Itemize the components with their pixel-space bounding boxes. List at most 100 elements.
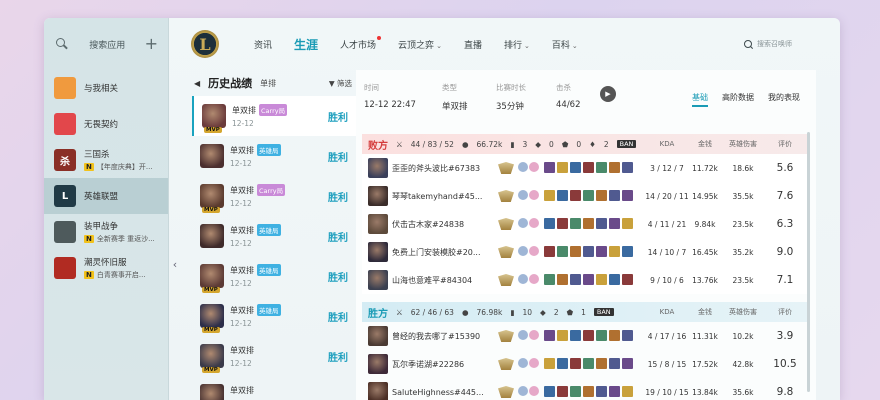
player-name[interactable]: 歪歪的斧头波比#67383 xyxy=(388,163,512,174)
history-title: 历史战绩 xyxy=(208,77,253,90)
match-info: 单双排 英雄局 12-12 xyxy=(230,144,322,168)
player-name[interactable]: 瓦尔季诺湖#22286 xyxy=(388,359,512,370)
match-result: 胜利 xyxy=(328,152,348,164)
item-icon xyxy=(570,162,581,173)
match-type-row: 单双排 英雄局 xyxy=(230,224,322,236)
match-item[interactable]: MVP 单双排 英雄局 12-12 胜利 xyxy=(192,256,356,296)
player-champion-icon xyxy=(368,242,388,262)
replay-play-icon[interactable]: ▶ xyxy=(600,86,616,102)
item-icon xyxy=(622,218,633,229)
summoner-spell-icon xyxy=(518,386,528,396)
nav-item[interactable]: 直播 xyxy=(453,38,493,51)
match-tag: Carry局 xyxy=(257,184,286,196)
player-name[interactable]: 山海也意难平#84304 xyxy=(388,275,512,286)
app-text: 装甲战争 N 全新赛季 重返沙... xyxy=(84,220,155,244)
item-icon xyxy=(544,386,555,397)
nav-item[interactable]: 人才市场 xyxy=(329,35,387,51)
player-row[interactable]: 歪歪的斧头波比#67383 3 / 12 / 7 11.72k 18.6k 5.6 xyxy=(362,154,810,182)
player-gold: 17.52k xyxy=(692,359,718,369)
add-icon[interactable]: + xyxy=(145,36,158,52)
match-result: 胜利 xyxy=(328,272,348,284)
player-damage: 23.5k xyxy=(732,219,754,229)
nav-item[interactable]: 资讯 xyxy=(243,38,283,51)
player-kda: 14 / 20 / 11 xyxy=(645,191,689,201)
match-result: 胜利 xyxy=(328,232,348,244)
win-team-towers: 10 xyxy=(522,307,533,317)
lose-team-towers: 3 xyxy=(522,139,528,149)
sidebar-app-item[interactable]: 装甲战争 N 全新赛季 重返沙... xyxy=(44,214,168,250)
filter-button[interactable]: ▼ 筛选 xyxy=(329,78,356,89)
item-icon xyxy=(570,190,581,201)
player-row[interactable]: 山海也意难平#84304 9 / 10 / 6 13.76k 23.5k 7.1 xyxy=(362,266,810,294)
detail-tab[interactable]: 高阶数据 xyxy=(722,92,754,107)
detail-tab[interactable]: 我的表现 xyxy=(768,92,800,107)
nav-item[interactable]: 生涯 xyxy=(283,36,329,53)
kills-col: 击杀 44/62 xyxy=(556,82,581,110)
win-team: 胜方 ⚔ 62 / 46 / 63 ● 76.98k ▮ 10 ◆ 2 ⬟ 1 BAN K… xyxy=(362,302,810,400)
sidebar-app-item[interactable]: 潮灵怀旧服 N 白青赛事开启... xyxy=(44,250,168,286)
player-kda: 3 / 12 / 7 xyxy=(650,163,684,173)
player-name[interactable]: 伏击古木家#24838 xyxy=(388,219,512,230)
item-icon xyxy=(622,274,633,285)
player-gold: 11.72k xyxy=(692,163,718,173)
item-icon xyxy=(570,386,581,397)
player-row[interactable]: 伏击古木家#24838 4 / 11 / 21 9.84k 23.5k 6.3 xyxy=(362,210,810,238)
item-icon xyxy=(583,358,594,369)
match-item[interactable]: 单双排 英雄局 12-12 胜利 xyxy=(192,216,356,256)
sidebar-app-item[interactable]: L 英雄联盟 xyxy=(44,178,168,214)
ban-label[interactable]: BAN xyxy=(593,308,614,316)
summoner-spell-icon xyxy=(518,330,528,340)
player-row[interactable]: 免费上门安装模胶#20... 14 / 10 / 7 16.45k 35.2k 9.0 xyxy=(362,238,810,266)
col-gold: 金钱 xyxy=(698,140,712,148)
player-name[interactable]: 琴琴takemyhand#45... xyxy=(388,191,512,202)
nav-item[interactable]: 排行 ⌄ xyxy=(493,38,541,51)
match-item[interactable]: MVP 单双排 Carry局 12-12 胜利 xyxy=(192,176,356,216)
item-icon xyxy=(557,218,568,229)
nav-item-label: 人才市场 xyxy=(340,40,377,51)
baron-icon: ⬟ xyxy=(561,139,569,149)
match-history: ◀ 历史战绩 单排 ▼ 筛选 MVP 单双排 Carry局 12-12 胜利 单双排 英雄局… xyxy=(192,70,356,400)
detail-tab[interactable]: 基础 xyxy=(692,92,708,107)
item-icon xyxy=(622,190,633,201)
champion-icon xyxy=(200,224,224,248)
player-name[interactable]: 免费上门安装模胶#20... xyxy=(388,247,512,258)
match-result: 胜利 xyxy=(328,352,348,364)
nav-item[interactable]: 百科 ⌄ xyxy=(541,38,589,51)
player-row[interactable]: 瓦尔季诺湖#22286 15 / 8 / 15 17.52k 42.8k 10.5 xyxy=(362,350,810,378)
match-item[interactable]: MVP 单双排 Carry局 12-12 胜利 xyxy=(192,96,356,136)
collapse-sidebar-icon[interactable]: ‹ xyxy=(170,254,180,274)
back-arrow-icon[interactable]: ◀ xyxy=(194,79,200,88)
player-champion-icon xyxy=(368,214,388,234)
search-icon[interactable] xyxy=(54,36,70,52)
player-name[interactable]: 曾经的我去哪了#15390 xyxy=(388,331,512,342)
app-text: 三国杀 N 【年度庆典】开... xyxy=(84,148,153,172)
summoner-search[interactable]: 搜索召唤师 xyxy=(736,34,816,54)
sidebar-app-item[interactable]: 无畏契约 xyxy=(44,106,168,142)
match-type: 单双排 xyxy=(230,225,254,235)
player-champion-icon xyxy=(368,270,388,290)
nav-item[interactable]: 云顶之弈 ⌄ xyxy=(387,38,453,51)
match-date: 12-12 xyxy=(230,159,252,168)
app-name: 英雄联盟 xyxy=(84,192,119,202)
summoner-spell-icon xyxy=(518,246,528,256)
match-item[interactable]: MVP 单双排 英雄局 12-12 胜利 xyxy=(192,296,356,336)
player-name[interactable]: SaluteHighness#445... xyxy=(388,388,512,397)
player-row[interactable]: SaluteHighness#445... 19 / 10 / 15 13.84k 3… xyxy=(362,378,810,400)
match-item[interactable]: 单双排12-12 xyxy=(192,376,356,400)
player-damage: 35.2k xyxy=(732,247,754,257)
player-row[interactable]: 曾经的我去哪了#15390 4 / 17 / 16 11.31k 10.2k 3.9 xyxy=(362,322,810,350)
scrollbar[interactable] xyxy=(807,132,810,392)
mode-select[interactable]: 单排 xyxy=(260,78,276,89)
player-gold: 11.31k xyxy=(692,331,718,341)
match-item[interactable]: MVP 单双排 12-12 胜利 xyxy=(192,336,356,376)
app-list: 与我相关 无畏契约杀三国杀 N 【年度庆典】开... L 英雄联盟装甲战争 N 全新赛季 重返… xyxy=(44,70,168,286)
player-row[interactable]: 琴琴takemyhand#45... 14 / 20 / 11 14.95k 35.5… xyxy=(362,182,810,210)
app-sidebar: 搜索应用 + 与我相关 无畏契约杀三国杀 N 【年度庆典】开... L 英雄联盟装甲战争 N… xyxy=(44,18,169,400)
item-icon xyxy=(596,358,607,369)
ban-label[interactable]: BAN xyxy=(616,140,637,148)
search-apps-label[interactable]: 搜索应用 xyxy=(78,38,137,51)
search-placeholder: 搜索召唤师 xyxy=(757,40,792,48)
sidebar-app-item[interactable]: 与我相关 xyxy=(44,70,168,106)
sidebar-app-item[interactable]: 杀三国杀 N 【年度庆典】开... xyxy=(44,142,168,178)
match-item[interactable]: 单双排 英雄局 12-12 胜利 xyxy=(192,136,356,176)
